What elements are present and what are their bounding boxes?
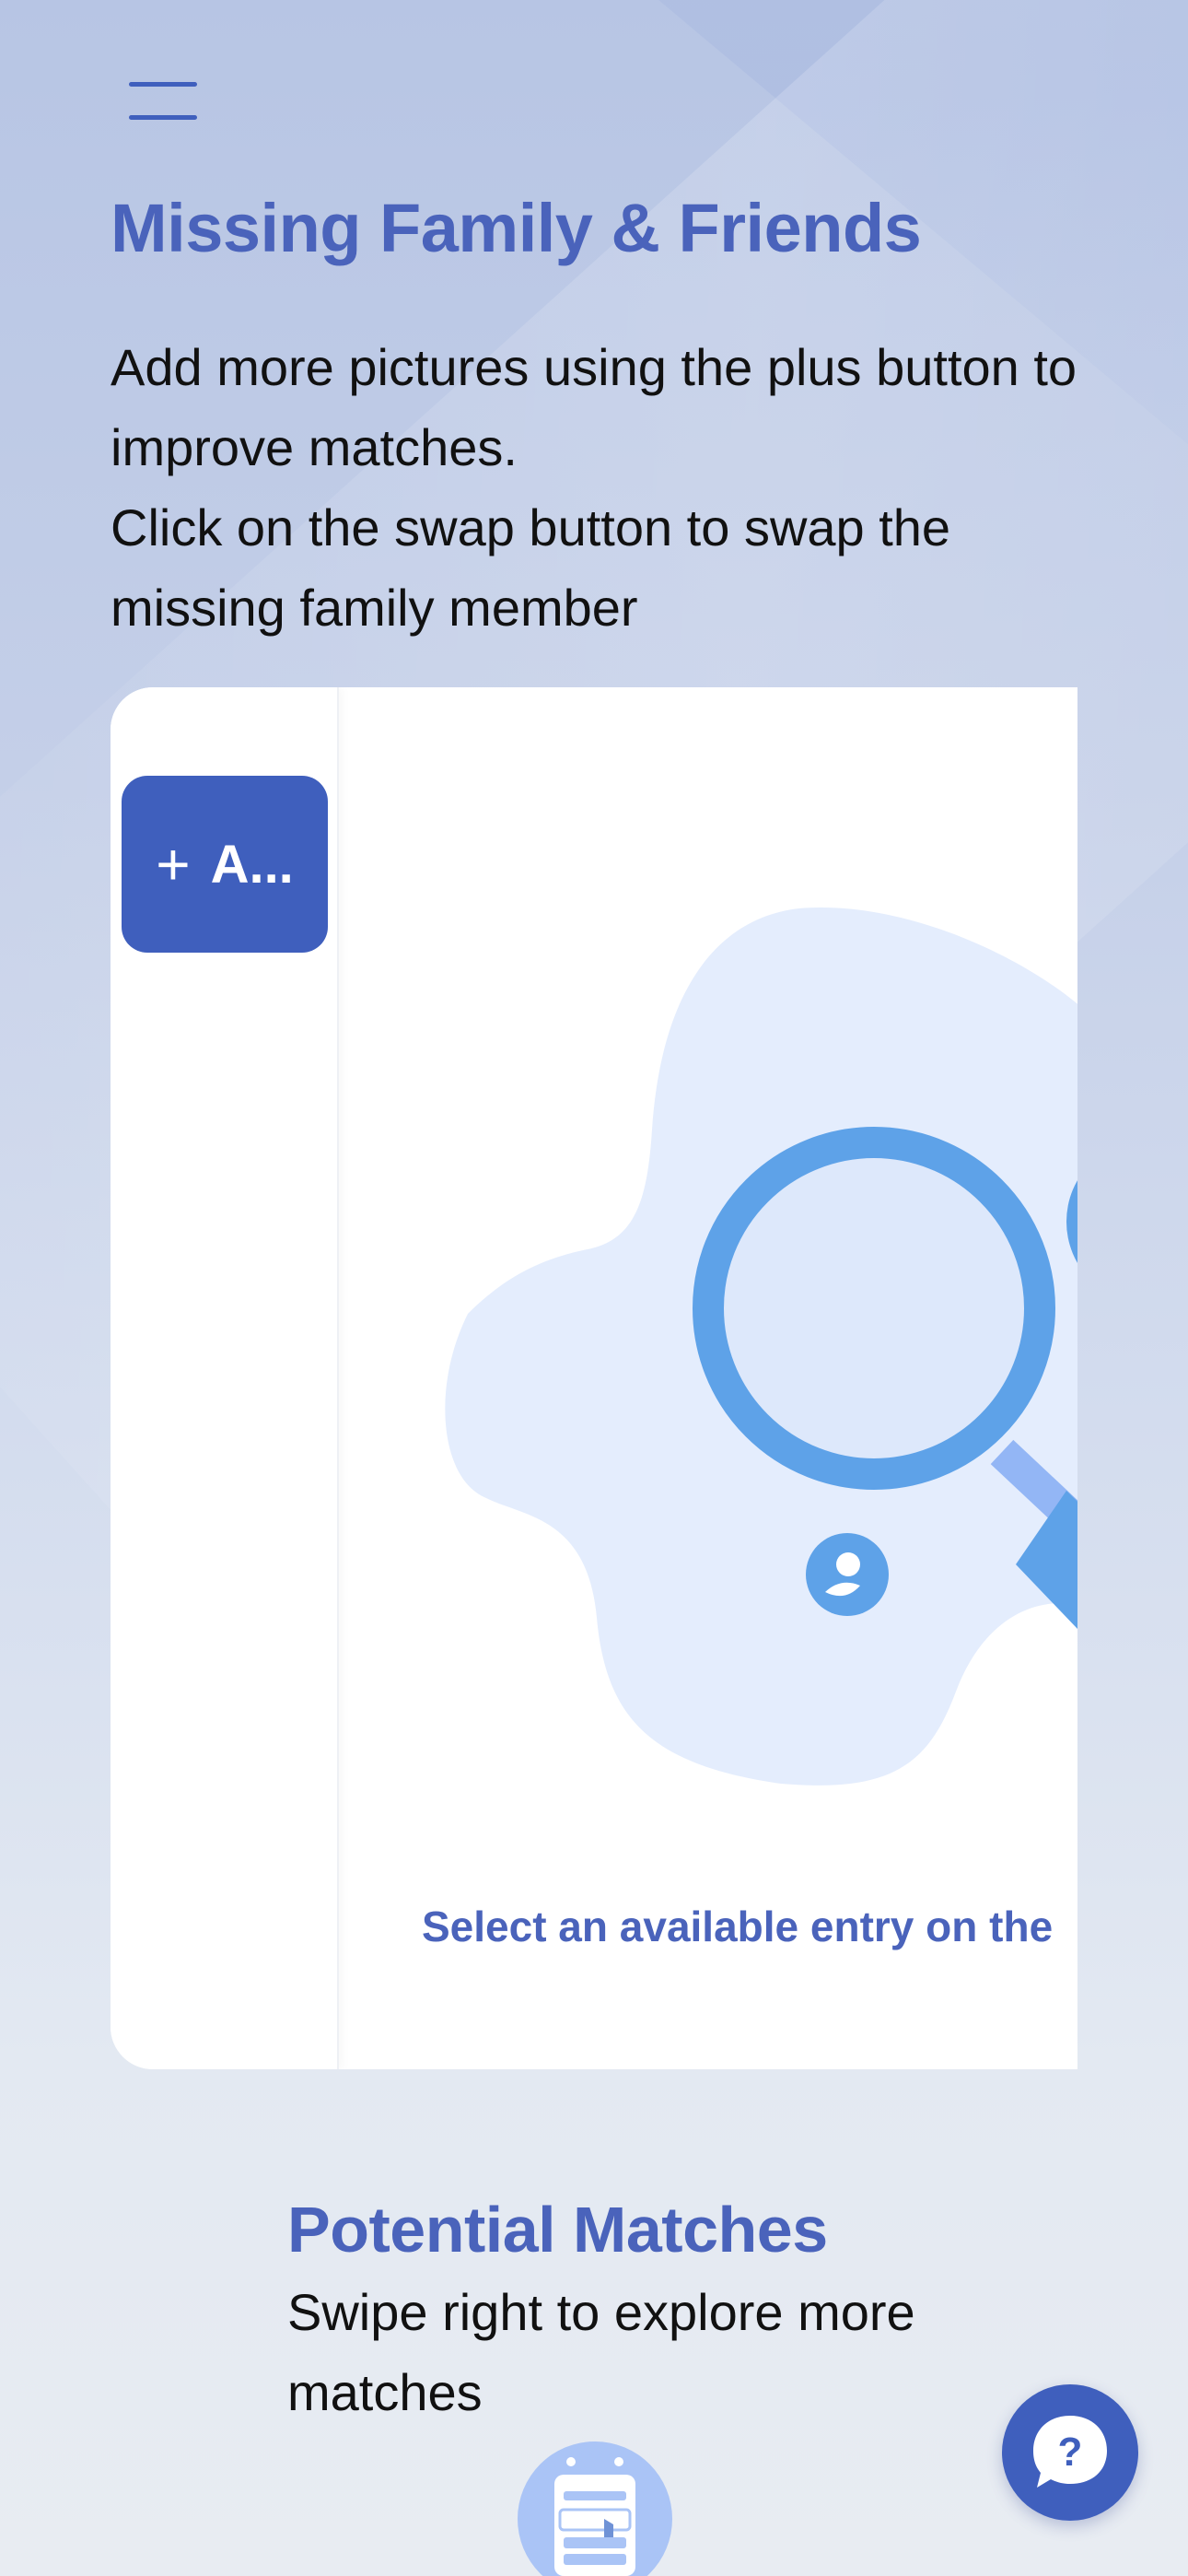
magnifying-glass-people-icon bbox=[445, 907, 1077, 1786]
entries-sidebar: + A... bbox=[111, 687, 339, 2069]
instruction-add-pictures: Add more pictures using the plus button … bbox=[111, 338, 1077, 476]
hamburger-menu-icon bbox=[129, 82, 197, 120]
menu-button[interactable] bbox=[129, 64, 249, 138]
plus-icon: + bbox=[156, 831, 191, 897]
question-chat-icon: ? bbox=[1033, 2416, 1107, 2488]
add-entry-label: A... bbox=[210, 834, 294, 895]
potential-matches-section: Potential Matches Swipe right to explore… bbox=[287, 2193, 1024, 2432]
instruction-swap: Click on the swap button to swap the mis… bbox=[111, 498, 951, 637]
add-entry-button[interactable]: + A... bbox=[122, 776, 328, 953]
matches-title: Potential Matches bbox=[287, 2194, 828, 2266]
help-button[interactable]: ? bbox=[1002, 2384, 1138, 2521]
matches-subtitle: Swipe right to explore more matches bbox=[287, 2283, 915, 2421]
missing-person-card: + A... Select an available entry on the bbox=[111, 687, 1077, 2069]
entry-detail-panel: Select an available entry on the bbox=[339, 687, 1077, 2069]
select-entry-hint: Select an available entry on the bbox=[422, 1903, 1054, 1950]
instructions-text: Add more pictures using the plus button … bbox=[111, 327, 1105, 648]
help-glyph: ? bbox=[1058, 2430, 1083, 2475]
page-title: Missing Family & Friends bbox=[111, 190, 922, 266]
swipe-card-icon bbox=[518, 2441, 672, 2576]
